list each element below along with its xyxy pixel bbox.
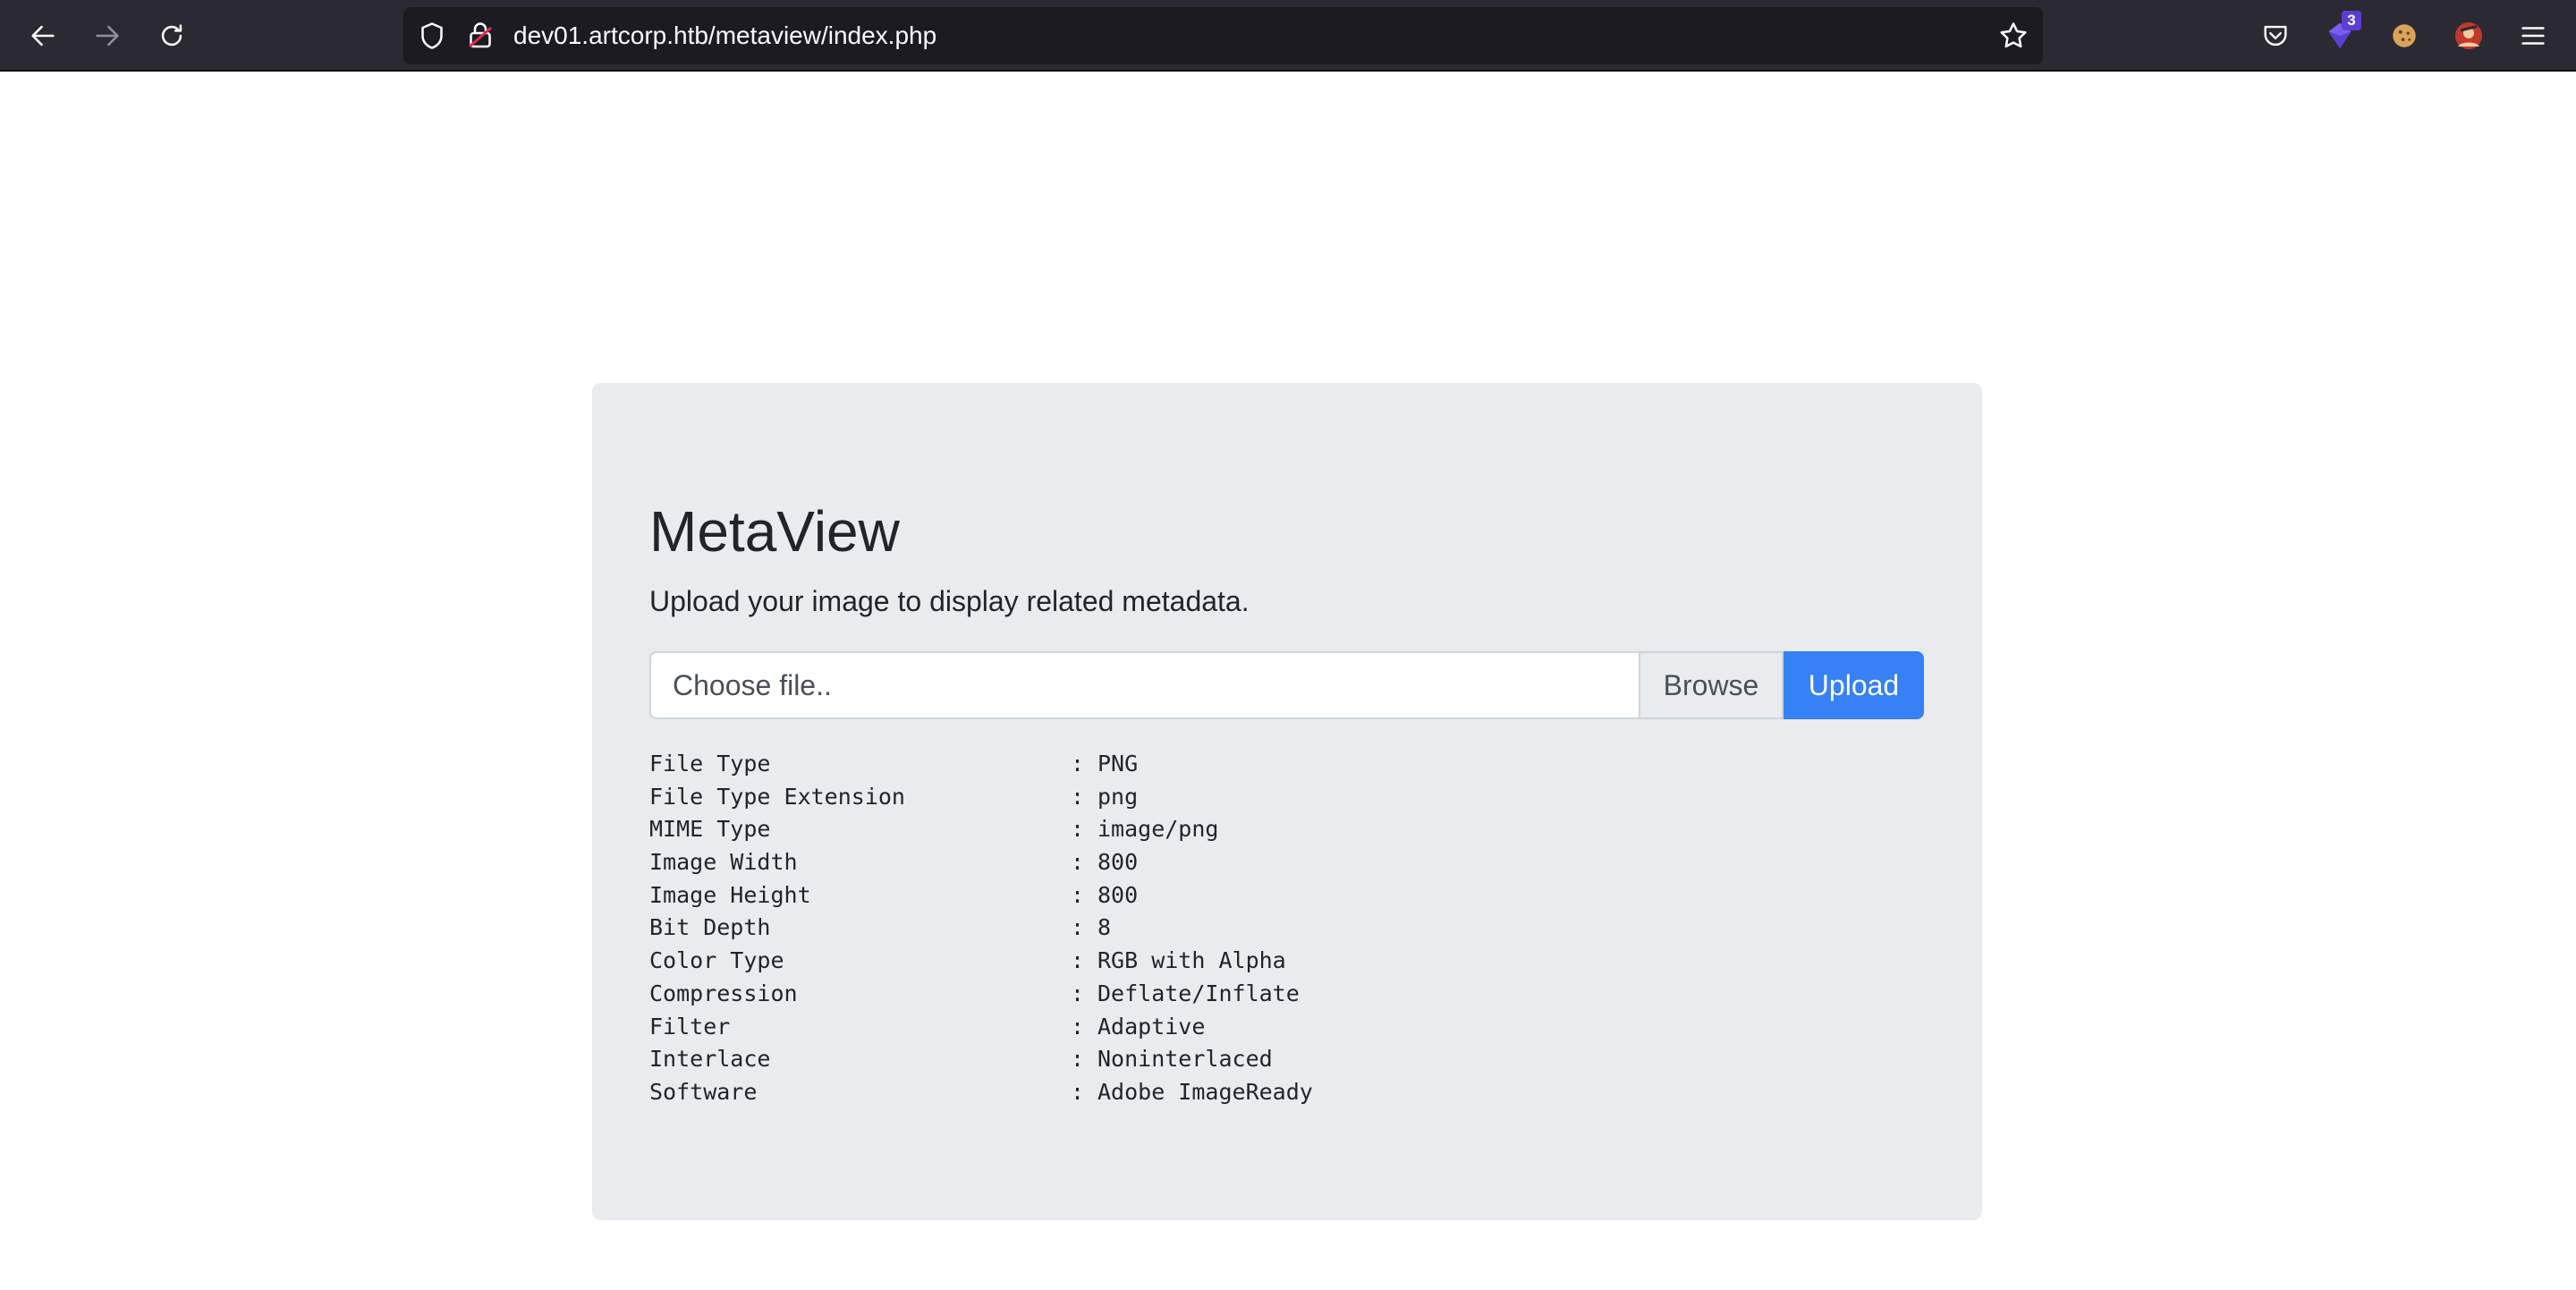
metadata-separator: :	[1071, 1078, 1085, 1105]
upload-form: Choose file.. Browse Upload	[649, 651, 1924, 719]
reload-button[interactable]	[150, 14, 193, 57]
back-icon	[31, 25, 55, 47]
metadata-separator: :	[1071, 751, 1085, 777]
file-input[interactable]: Choose file..	[649, 651, 1640, 719]
upload-button[interactable]: Upload	[1784, 651, 1924, 719]
metadata-separator: :	[1071, 1046, 1085, 1073]
metadata-separator: :	[1071, 881, 1085, 908]
metadata-value: RGB with Alpha	[1097, 947, 1286, 974]
metadata-value: image/png	[1097, 816, 1219, 843]
metadata-value: Adobe ImageReady	[1097, 1078, 1313, 1105]
metadata-key: File Type Extension	[649, 783, 905, 810]
metadata-key: Image Height	[649, 881, 811, 908]
metadata-separator: :	[1071, 980, 1085, 1006]
metadata-value: Noninterlaced	[1097, 1046, 1273, 1073]
metadata-value: Deflate/Inflate	[1097, 980, 1300, 1006]
metadata-key: Image Width	[649, 849, 798, 876]
menu-icon	[2521, 27, 2545, 45]
browse-button[interactable]: Browse	[1639, 651, 1784, 719]
page-title: MetaView	[649, 499, 900, 564]
lock-icon[interactable]	[464, 20, 496, 52]
star-icon[interactable]	[1996, 19, 2030, 53]
metadata-separator: :	[1071, 947, 1085, 974]
shield-icon[interactable]	[416, 20, 448, 52]
metadata-value: 800	[1097, 849, 1139, 876]
metadata-key: Filter	[649, 1013, 731, 1040]
metadata-key: Bit Depth	[649, 914, 771, 941]
metadata-value: PNG	[1097, 751, 1139, 777]
cookie-icon	[2393, 24, 2416, 47]
avatar-button[interactable]	[2449, 16, 2488, 55]
pocket-button[interactable]	[2256, 16, 2295, 55]
url-bar[interactable]: dev01.artcorp.htb/metaview/index.php	[403, 7, 2043, 64]
metadata-value: Adaptive	[1097, 1013, 1206, 1040]
metadata-key: File Type	[649, 751, 771, 777]
forward-button[interactable]	[86, 14, 129, 57]
metadata-separator: :	[1071, 1013, 1085, 1040]
metadata-key: Software	[649, 1078, 758, 1105]
metadata-key: Compression	[649, 980, 798, 1006]
pocket-icon	[2264, 25, 2287, 47]
page-lead: Upload your image to display related met…	[649, 585, 1250, 617]
reload-icon	[161, 24, 182, 47]
extension-button[interactable]: 3	[2320, 11, 2361, 55]
browser-toolbar: dev01.artcorp.htb/metaview/index.php 3	[0, 0, 2576, 72]
avatar-icon	[2455, 22, 2482, 49]
metadata-value: 8	[1097, 914, 1112, 941]
metadata-value: 800	[1097, 881, 1139, 908]
menu-button[interactable]	[2512, 14, 2555, 57]
metaview-card: MetaView Upload your image to display re…	[592, 383, 1982, 1220]
metadata-separator: :	[1071, 914, 1085, 941]
metadata-key: Interlace	[649, 1046, 771, 1073]
metadata-value: png	[1097, 783, 1139, 810]
back-button[interactable]	[21, 14, 64, 57]
metadata-separator: :	[1071, 783, 1085, 810]
metadata-key: Color Type	[649, 947, 784, 974]
metadata-key: MIME Type	[649, 816, 771, 843]
metadata-separator: :	[1071, 849, 1085, 876]
url-text[interactable]: dev01.artcorp.htb/metaview/index.php	[513, 7, 936, 64]
forward-icon	[96, 25, 119, 47]
cookie-button[interactable]	[2385, 16, 2424, 55]
extension-badge: 3	[2342, 11, 2361, 30]
metadata-separator: :	[1071, 816, 1085, 843]
